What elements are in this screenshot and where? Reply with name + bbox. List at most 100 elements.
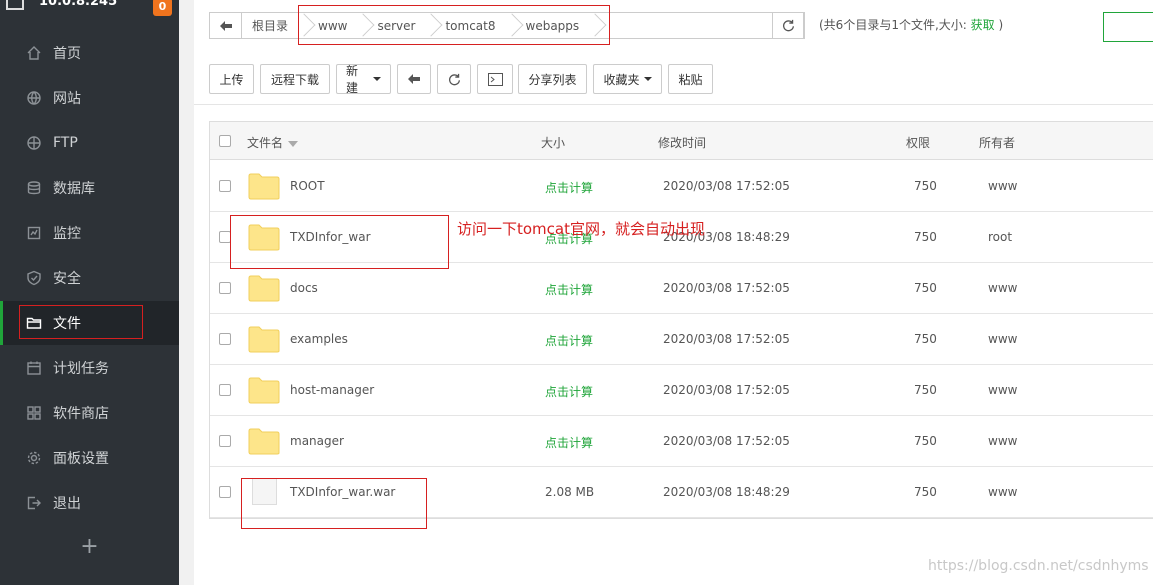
row-checkbox[interactable] — [219, 384, 231, 396]
permission[interactable]: 750 — [914, 179, 937, 193]
header-size[interactable]: 大小 — [541, 134, 565, 151]
folder-icon — [248, 275, 280, 302]
file-name[interactable]: host-manager — [290, 383, 374, 397]
highlight-box-path — [298, 5, 610, 45]
breadcrumb-root[interactable]: 根目录 — [242, 13, 298, 38]
file-name[interactable]: ROOT — [290, 179, 325, 193]
new-button-label: 新建 — [346, 64, 359, 95]
modified-time: 2020/03/08 18:48:29 — [663, 485, 790, 499]
highlight-box-war — [241, 478, 427, 529]
header-owner: 所有者 — [979, 136, 1016, 150]
database-icon — [25, 179, 43, 197]
sidebar-item-store[interactable]: 软件商店 — [0, 391, 179, 435]
sidebar-item-logout[interactable]: 退出 — [0, 481, 179, 525]
directory-summary-suffix: ) — [998, 18, 1004, 32]
row-checkbox[interactable] — [219, 486, 231, 498]
table-row[interactable]: examples 点击计算 2020/03/08 17:52:05 750 ww… — [210, 314, 1153, 365]
sidebar-item-settings[interactable]: 面板设置 — [0, 436, 179, 480]
favorites-dropdown-button[interactable]: 收藏夹 — [593, 64, 662, 94]
add-shortcut-button[interactable]: + — [0, 527, 179, 565]
folder-icon — [248, 326, 280, 353]
table-row[interactable]: docs 点击计算 2020/03/08 17:52:05 750 www — [210, 263, 1153, 314]
refresh-button[interactable] — [437, 64, 471, 94]
table-row[interactable]: host-manager 点击计算 2020/03/08 17:52:05 75… — [210, 365, 1153, 416]
permission[interactable]: 750 — [914, 434, 937, 448]
terminal-button[interactable] — [477, 64, 513, 94]
table-row[interactable]: ROOT 点击计算 2020/03/08 17:52:05 750 www — [210, 161, 1153, 212]
sidebar-item-label: 网站 — [53, 91, 81, 107]
owner[interactable]: www — [988, 281, 1017, 295]
file-name[interactable]: examples — [290, 332, 348, 346]
notification-badge[interactable]: 0 — [153, 0, 172, 16]
permission[interactable]: 750 — [914, 485, 937, 499]
owner[interactable]: www — [988, 383, 1017, 397]
table-row[interactable]: manager 点击计算 2020/03/08 17:52:05 750 www — [210, 416, 1153, 467]
modified-time: 2020/03/08 17:52:05 — [663, 281, 790, 295]
highlight-box-files — [19, 305, 143, 339]
sidebar-item-label: FTP — [53, 135, 78, 151]
paste-button[interactable]: 粘贴 — [668, 64, 713, 94]
share-list-button[interactable]: 分享列表 — [518, 64, 587, 94]
owner[interactable]: www — [988, 332, 1017, 346]
owner[interactable]: root — [988, 230, 1012, 244]
divider — [194, 104, 1153, 105]
directory-summary-text: (共6个目录与1个文件,大小: — [819, 18, 967, 32]
row-checkbox[interactable] — [219, 180, 231, 192]
sidebar-item-ftp[interactable]: FTP — [0, 121, 179, 165]
logout-icon — [25, 494, 43, 512]
home-icon — [25, 44, 43, 62]
permission[interactable]: 750 — [914, 281, 937, 295]
sidebar-item-database[interactable]: 数据库 — [0, 166, 179, 210]
apps-icon — [25, 404, 43, 422]
header-name-label: 文件名 — [247, 136, 284, 150]
row-checkbox[interactable] — [219, 333, 231, 345]
permission[interactable]: 750 — [914, 383, 937, 397]
sidebar-item-cron[interactable]: 计划任务 — [0, 346, 179, 390]
select-all-checkbox[interactable] — [219, 135, 231, 147]
permission[interactable]: 750 — [914, 230, 937, 244]
terminal-icon — [487, 72, 503, 86]
path-refresh-button[interactable] — [772, 12, 805, 39]
server-ip: 10.0.8.245 — [39, 0, 118, 9]
back-button[interactable] — [397, 64, 431, 94]
sidebar-item-security[interactable]: 安全 — [0, 256, 179, 300]
sidebar: 10.0.8.245 0 首页 网站 FTP 数据库 监控 安全 文件 计划任务… — [0, 0, 179, 585]
file-table: 文件名 大小 修改时间 权限 所有者 ROOT 点击计算 2020/03/08 … — [209, 121, 1153, 519]
caret-down-icon — [373, 77, 381, 81]
header-name[interactable]: 文件名 — [247, 134, 299, 151]
sidebar-item-website[interactable]: 网站 — [0, 76, 179, 120]
calculate-size-link[interactable]: 点击计算 — [545, 332, 593, 349]
path-back-button[interactable] — [210, 13, 242, 38]
header-modified[interactable]: 修改时间 — [658, 134, 706, 151]
permission[interactable]: 750 — [914, 332, 937, 346]
search-input[interactable] — [1103, 12, 1153, 42]
remote-download-button[interactable]: 远程下载 — [260, 64, 330, 94]
modified-time: 2020/03/08 17:52:05 — [663, 332, 790, 346]
get-size-link[interactable]: 获取 — [971, 18, 995, 32]
sidebar-item-label: 面板设置 — [53, 451, 109, 467]
file-name[interactable]: docs — [290, 281, 318, 295]
sidebar-item-monitor[interactable]: 监控 — [0, 211, 179, 255]
owner[interactable]: www — [988, 485, 1017, 499]
owner[interactable]: www — [988, 434, 1017, 448]
sidebar-item-home[interactable]: 首页 — [0, 31, 179, 75]
row-checkbox[interactable] — [219, 435, 231, 447]
owner[interactable]: www — [988, 179, 1017, 193]
sidebar-item-label: 软件商店 — [53, 406, 109, 422]
calendar-icon — [25, 359, 43, 377]
calculate-size-link[interactable]: 点击计算 — [545, 281, 593, 298]
calculate-size-link[interactable]: 点击计算 — [545, 179, 593, 196]
upload-button[interactable]: 上传 — [209, 64, 254, 94]
calculate-size-link[interactable]: 点击计算 — [545, 383, 593, 400]
new-dropdown-button[interactable]: 新建 — [336, 64, 391, 95]
highlight-box-folder — [230, 215, 449, 269]
row-checkbox[interactable] — [219, 282, 231, 294]
calculate-size-link[interactable]: 点击计算 — [545, 434, 593, 451]
ftp-icon — [25, 134, 43, 152]
watermark: https://blog.csdn.net/csdnhyms — [928, 558, 1149, 574]
sort-icon — [288, 140, 299, 147]
file-name[interactable]: manager — [290, 434, 344, 448]
modified-time: 2020/03/08 17:52:05 — [663, 383, 790, 397]
folder-icon — [248, 377, 280, 404]
sidebar-item-label: 退出 — [53, 496, 81, 512]
